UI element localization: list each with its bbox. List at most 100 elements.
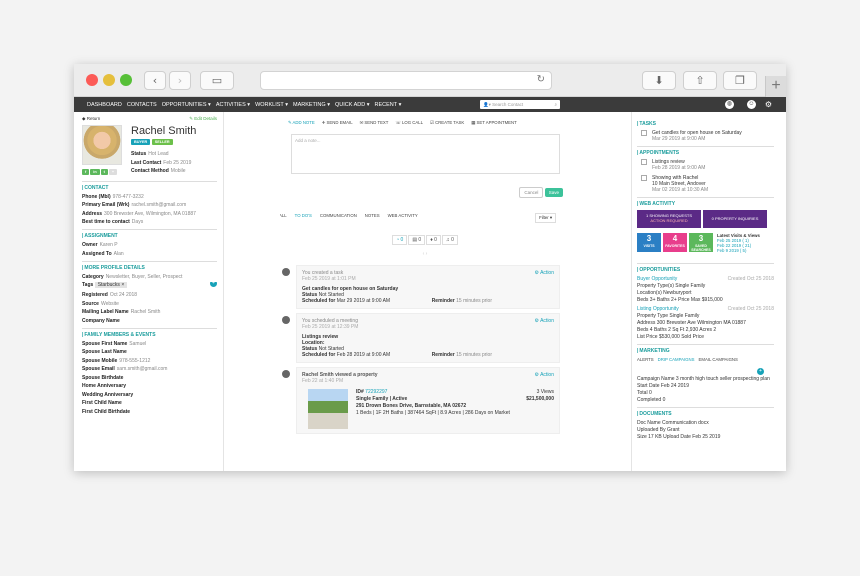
account-icon[interactable]: ☺ (747, 100, 756, 109)
return-link[interactable]: ◆ Return (82, 116, 100, 122)
assignment-row: Assigned To Alan (82, 250, 124, 257)
property-photo[interactable] (308, 389, 348, 429)
detail-line: Property Type(s) Single Family (637, 283, 706, 289)
edit-details-link[interactable]: ✎ Edit Details (189, 116, 217, 122)
action-send-text[interactable]: ✉ SEND TEXT (360, 120, 389, 126)
nav-quick-add[interactable]: QUICK ADD ▾ (335, 102, 370, 108)
eye-icon (282, 370, 290, 378)
detail-line: Address 300 Brewster Ave Wilmington MA 0… (637, 320, 746, 326)
new-tab-icon[interactable]: + (765, 76, 786, 97)
search-icon: ⌕ (554, 102, 557, 107)
contact-row: Address 300 Brewster Ave, Wilmington, MA … (82, 210, 196, 217)
action-add-note[interactable]: ✎ ADD NOTE (288, 120, 315, 126)
marketing-tab-1[interactable]: DRIP CAMPAIGNS (658, 357, 695, 362)
share-icon[interactable]: ⇧ (683, 71, 717, 90)
profile-row: Source Website (82, 300, 119, 307)
cancel-button[interactable]: Cancel (519, 187, 544, 198)
contact-section-title: CONTACT (82, 180, 217, 191)
browser-toolbar: ‹ › ▭ ↻ ⬇ ⇧ ❐ + (74, 64, 786, 97)
tab-3[interactable]: NOTES (365, 213, 380, 223)
task-checkbox[interactable] (641, 130, 647, 136)
appointments-title: APPOINTMENTS (637, 146, 774, 156)
nav-worklist[interactable]: WORKLIST ▾ (255, 102, 288, 108)
facebook-icon[interactable]: f (82, 169, 90, 175)
nav-opportunities[interactable]: OPPORTUNITIES ▾ (162, 102, 211, 108)
buyer-opportunity-link[interactable]: Buyer Opportunity (637, 276, 677, 282)
nav-activities[interactable]: ACTIVITIES ▾ (216, 102, 250, 108)
nav-recent[interactable]: RECENT ▾ (375, 102, 402, 108)
nav-marketing[interactable]: MARKETING ▾ (293, 102, 330, 108)
property-inquiries-tile[interactable]: 0 PROPERTY INQUIRIES (703, 210, 767, 228)
family-row: First Child Birthdate (82, 408, 131, 415)
action-log-call[interactable]: ☏ LOG CALL (395, 120, 423, 126)
more-social-icon[interactable]: + (108, 169, 118, 175)
activity-card: You scheduled a meeting ⚙ Action Feb 25 20… (282, 313, 560, 363)
marketing-tab-0[interactable]: ALERTS (637, 357, 654, 362)
globe-icon[interactable]: ◍ (725, 100, 734, 109)
tab-4[interactable]: WEB ACTIVITY (388, 213, 418, 223)
download-icon[interactable]: ⬇ (642, 71, 676, 90)
save-button[interactable]: Save (544, 188, 563, 197)
tab-1[interactable]: TO DO'S (295, 213, 312, 223)
nav-contacts[interactable]: CONTACTS (127, 102, 157, 108)
visits-tile[interactable]: 3 VISITS (637, 233, 661, 252)
back-icon[interactable]: ‹ (144, 71, 166, 90)
count-chip[interactable]: ▤ 0 (408, 235, 426, 245)
twitter-icon[interactable]: t (100, 169, 108, 175)
detail-line: Beds 3+ Baths 2+ Price Max $915,000 (637, 297, 723, 303)
tabs-icon[interactable]: ❐ (723, 71, 757, 90)
appt-checkbox-1[interactable] (641, 159, 647, 165)
sidebar-icon[interactable]: ▭ (200, 71, 234, 90)
saved-searches-tile[interactable]: 3 SAVED SEARCHES (689, 233, 713, 252)
tag-chip[interactable]: Starbucks × (94, 282, 128, 288)
count-chip[interactable]: ◔ 0 (392, 235, 408, 245)
close-dot[interactable] (86, 74, 98, 86)
action-create-task[interactable]: ☑ CREATE TASK (430, 120, 464, 126)
profile-row: Company Name (82, 317, 120, 324)
calendar-icon (282, 316, 290, 324)
listing-opportunity-link[interactable]: Listing Opportunity (637, 306, 679, 312)
note-textarea[interactable]: Add a note... (291, 134, 560, 174)
add-tag-icon[interactable]: + (210, 282, 217, 287)
showing-requests-tile[interactable]: 1 SHOWING REQUESTS ACTION REQUIRED (637, 210, 701, 228)
minimize-dot[interactable] (103, 74, 115, 86)
favorites-tile[interactable]: 4 FAVORITES (663, 233, 687, 252)
property-action-link[interactable]: ⚙ Action (534, 372, 554, 378)
count-chip[interactable]: ♫ 0 (441, 235, 458, 245)
filter-select[interactable]: Filter ▾ (535, 213, 556, 223)
nav-dashboard[interactable]: DASHBOARD (87, 102, 122, 108)
appt-checkbox-2[interactable] (641, 175, 647, 181)
linkedin-icon[interactable]: in (90, 169, 100, 175)
gear-icon[interactable]: ⚙ (764, 100, 773, 109)
action-set-appointment[interactable]: ▦ SET APPOINTMENT (471, 120, 517, 126)
detail-line: Start Date Feb 24 2019 (637, 383, 689, 389)
contact-panel: ◆ Return ✎ Edit Details f in t + Rachel … (74, 112, 223, 471)
detail-line: List Price $530,000 Sold Price (637, 334, 704, 340)
address-bar[interactable]: ↻ (260, 71, 552, 90)
documents-title: DOCUMENTS (637, 407, 774, 417)
family-row: Wedding Anniversary (82, 391, 134, 398)
count-chip[interactable]: ♦ 0 (426, 235, 441, 245)
add-campaign-icon[interactable]: + (757, 368, 764, 375)
detail-line: Size 17 KB Upload Date Feb 25 2019 (637, 434, 721, 440)
summary-panel: TASKS Get candles for open house on Satu… (634, 112, 774, 471)
tab-2[interactable]: COMMUNICATION (320, 213, 357, 223)
tab-0[interactable]: ALL (280, 213, 287, 223)
family-row: First Child Name (82, 400, 122, 406)
property-card: Rachel Smith viewed a property ⚙ Action F… (282, 367, 560, 434)
marketing-tab-2[interactable]: EMAIL CAMPAIGNS (699, 357, 738, 362)
browser-window: ‹ › ▭ ↻ ⬇ ⇧ ❐ + DASHBOARD CONTACTS OPPOR… (74, 64, 786, 471)
buyer-badge: BUYER (131, 139, 151, 145)
action-send-email[interactable]: ✈ SEND EMAIL (322, 120, 353, 126)
detail-line: Campaign Name 3 month high touch seller … (637, 376, 770, 382)
forward-icon[interactable]: › (169, 71, 191, 90)
detail-line: Doc Name Communication docx (637, 420, 709, 426)
zoom-dot[interactable] (120, 74, 132, 86)
seller-badge: SELLER (151, 139, 173, 145)
activity-action-link[interactable]: ⚙ Action (535, 318, 555, 324)
contact-search-input[interactable]: 👤▾ Search Contact ⌕ (480, 100, 560, 109)
reload-icon[interactable]: ↻ (537, 74, 545, 85)
contact-row: Primary Email (Wrk) rachel.smith@gmail.co… (82, 202, 187, 208)
detail-line: Completed 0 (637, 397, 666, 403)
activity-action-link[interactable]: ⚙ Action (535, 270, 555, 276)
